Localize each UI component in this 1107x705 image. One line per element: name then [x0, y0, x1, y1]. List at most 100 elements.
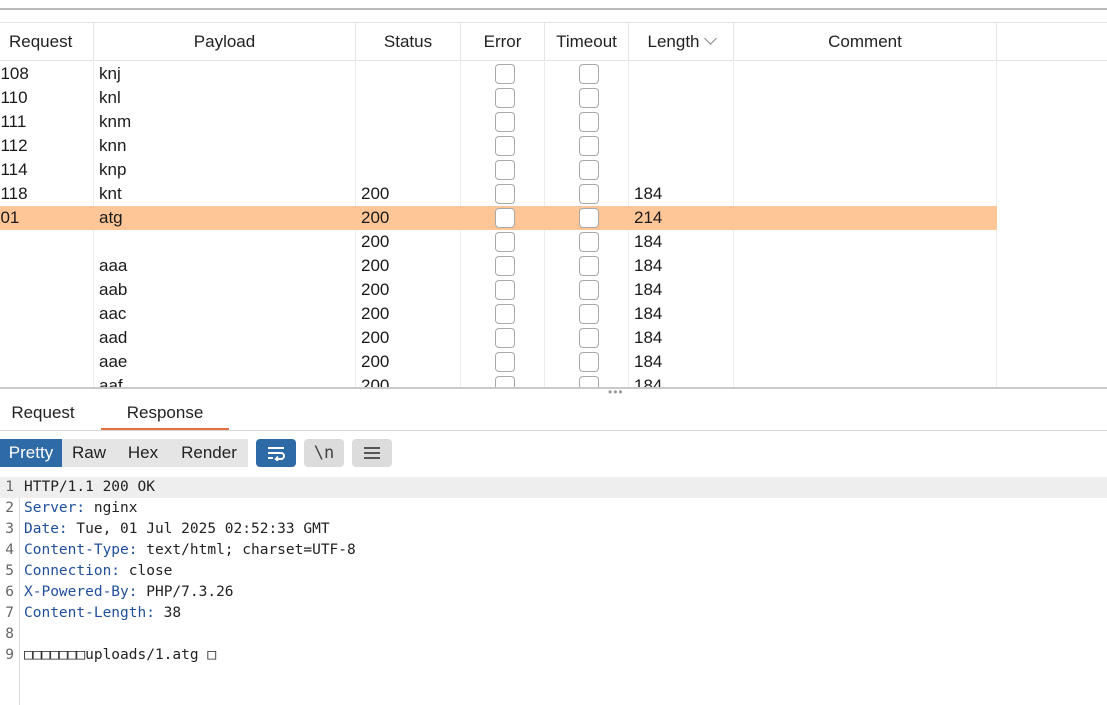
table-row[interactable]: 4 aad 200 184	[0, 326, 997, 350]
line-text: Content-Length: 38	[24, 603, 181, 624]
error-checkbox[interactable]	[495, 160, 515, 180]
table-row[interactable]: 7112 knn	[0, 134, 997, 158]
error-checkbox[interactable]	[495, 256, 515, 276]
column-header-status[interactable]: Status	[356, 23, 461, 61]
request-number-cell: 7110	[0, 88, 28, 107]
tab-request[interactable]: Request	[0, 398, 86, 430]
column-header-comment[interactable]: Comment	[734, 23, 997, 61]
payload-cell: aaa	[99, 256, 128, 275]
error-checkbox[interactable]	[495, 352, 515, 372]
view-render-button[interactable]: Render	[170, 439, 248, 467]
request-number-cell: 7114	[0, 160, 28, 179]
line-text: X-Powered-By: PHP/7.3.26	[24, 582, 234, 603]
view-hex-button[interactable]: Hex	[116, 439, 170, 467]
menu-icon	[364, 447, 380, 459]
status-cell: 200	[361, 232, 390, 251]
timeout-checkbox[interactable]	[579, 208, 599, 228]
status-cell	[361, 86, 451, 110]
payload-cell: knn	[99, 136, 127, 155]
error-checkbox[interactable]	[495, 208, 515, 228]
timeout-checkbox[interactable]	[579, 160, 599, 180]
error-checkbox[interactable]	[495, 304, 515, 324]
view-raw-button[interactable]: Raw	[62, 439, 116, 467]
wrap-lines-button[interactable]	[256, 439, 296, 467]
payload-cell: knj	[99, 64, 121, 83]
table-row[interactable]: 5 aae 200 184	[0, 350, 997, 374]
line-text: Date: Tue, 01 Jul 2025 02:52:33 GMT	[24, 519, 330, 540]
header-value: 38	[154, 605, 182, 621]
view-pretty-button[interactable]: Pretty	[0, 439, 62, 467]
timeout-checkbox[interactable]	[579, 280, 599, 300]
error-checkbox[interactable]	[495, 232, 515, 252]
table-row[interactable]: 6 aaf 200 184	[0, 374, 997, 388]
line-number: 1	[5, 479, 14, 495]
column-header-error[interactable]: Error	[461, 23, 545, 61]
timeout-checkbox[interactable]	[579, 112, 599, 132]
length-cell: 184	[634, 256, 663, 275]
line-text: Server: nginx	[24, 498, 138, 519]
table-row[interactable]: 7114 knp	[0, 158, 997, 182]
response-editor[interactable]: 1 HTTP/1.1 200 OK 2 Server: nginx 3 Date: Tue…	[0, 477, 1107, 705]
table-row[interactable]: 2 aab 200 184	[0, 278, 997, 302]
error-checkbox[interactable]	[495, 64, 515, 84]
length-cell	[634, 158, 724, 182]
column-header-request[interactable]: Request	[0, 23, 94, 61]
header-name: Content-Length:	[24, 605, 155, 621]
length-cell: 184	[634, 352, 663, 371]
menu-button[interactable]	[352, 439, 392, 467]
header-value: close	[120, 563, 173, 579]
payload-cell: atg	[99, 208, 123, 227]
results-table: Request Payload Status Error Timeout Len…	[0, 22, 1107, 388]
header-value: PHP/7.3.26	[137, 584, 234, 600]
timeout-checkbox[interactable]	[579, 136, 599, 156]
error-checkbox[interactable]	[495, 184, 515, 204]
timeout-checkbox[interactable]	[579, 64, 599, 84]
request-number-cell: 6	[0, 374, 81, 388]
newline-toggle-button[interactable]: \n	[304, 439, 344, 467]
header-name: Server:	[24, 500, 86, 516]
request-number-cell: 7112	[0, 136, 28, 155]
column-header-payload[interactable]: Payload	[94, 23, 356, 61]
code-line: 3 Date: Tue, 01 Jul 2025 02:52:33 GMT	[0, 519, 1107, 540]
table-row[interactable]: 7108 knj	[0, 62, 997, 86]
error-checkbox[interactable]	[495, 280, 515, 300]
tab-response[interactable]: Response	[101, 398, 229, 430]
timeout-checkbox[interactable]	[579, 304, 599, 324]
timeout-checkbox[interactable]	[579, 184, 599, 204]
error-checkbox[interactable]	[495, 112, 515, 132]
request-number-cell: 1	[0, 254, 81, 278]
resize-grip-icon[interactable]: •••	[608, 386, 630, 398]
payload-cell: aad	[99, 328, 128, 347]
length-cell: 184	[634, 376, 663, 388]
table-row[interactable]: 7110 knl	[0, 86, 997, 110]
line-text: Content-Type: text/html; charset=UTF-8	[24, 540, 356, 561]
editor-toolbar: Pretty Raw Hex Render \n	[0, 439, 1107, 467]
payload-cell: aac	[99, 304, 127, 323]
payload-cell: aae	[99, 352, 128, 371]
line-number: 2	[5, 500, 14, 516]
error-checkbox[interactable]	[495, 136, 515, 156]
request-number-cell: 7111	[0, 112, 27, 131]
column-header-length[interactable]: Length	[629, 23, 734, 61]
column-header-timeout[interactable]: Timeout	[545, 23, 629, 61]
line-number: 4	[5, 542, 14, 558]
header-value: Tue, 01 Jul 2025 02:52:33 GMT	[67, 521, 330, 537]
timeout-checkbox[interactable]	[579, 256, 599, 276]
header-name: X-Powered-By:	[24, 584, 138, 600]
error-checkbox[interactable]	[495, 328, 515, 348]
table-row[interactable]: 501 atg 200 214	[0, 206, 997, 230]
table-row[interactable]: 0 200 184	[0, 230, 997, 254]
pane-divider[interactable]	[0, 387, 1107, 389]
status-cell: 200	[361, 208, 390, 227]
payload-cell: aaf	[99, 376, 123, 388]
table-row[interactable]: 7118 knt 200 184	[0, 182, 997, 206]
timeout-checkbox[interactable]	[579, 352, 599, 372]
table-row[interactable]: 1 aaa 200 184	[0, 254, 997, 278]
timeout-checkbox[interactable]	[579, 88, 599, 108]
code-line: 4 Content-Type: text/html; charset=UTF-8	[0, 540, 1107, 561]
error-checkbox[interactable]	[495, 88, 515, 108]
timeout-checkbox[interactable]	[579, 232, 599, 252]
table-row[interactable]: 3 aac 200 184	[0, 302, 997, 326]
table-row[interactable]: 7111 knm	[0, 110, 997, 134]
timeout-checkbox[interactable]	[579, 328, 599, 348]
